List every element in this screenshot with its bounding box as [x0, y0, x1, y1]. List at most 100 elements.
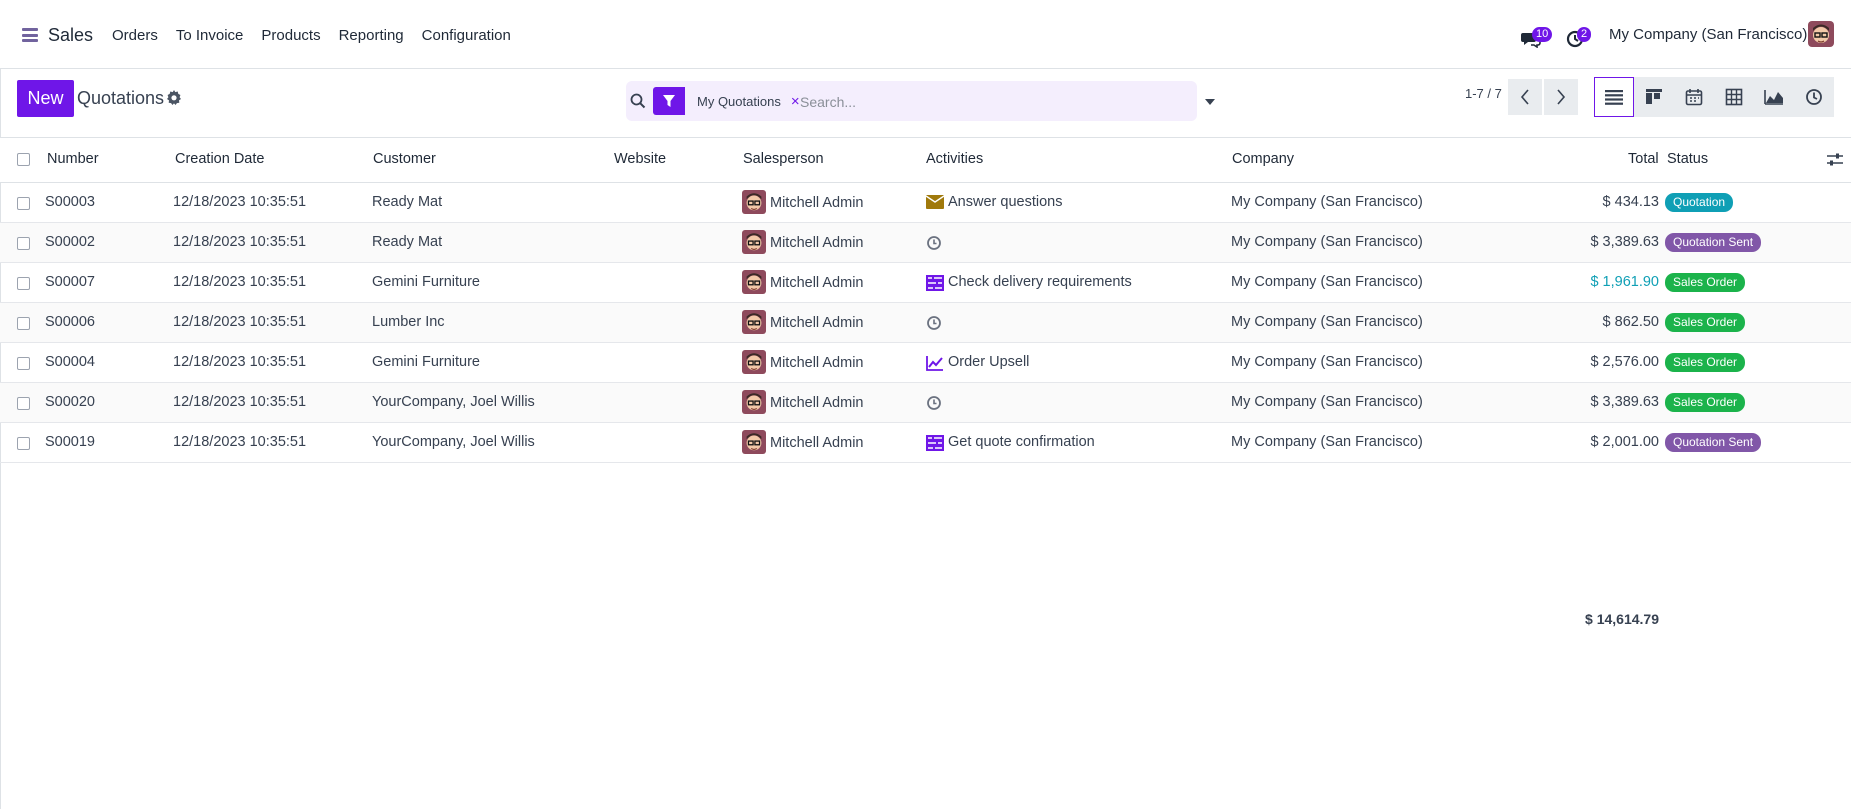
graph-view-icon[interactable] — [1754, 77, 1794, 117]
search-input[interactable] — [800, 91, 1190, 113]
clock-icon[interactable] — [926, 315, 944, 331]
facet-label: My Quotations — [697, 93, 781, 109]
company-switcher[interactable]: My Company (San Francisco) — [1609, 26, 1807, 43]
cell-total: $ 434.13 — [1602, 194, 1659, 210]
app-name[interactable]: Sales — [48, 25, 93, 46]
table-row[interactable]: S00004 12/18/2023 10:35:51 Gemini Furnitur… — [0, 343, 1851, 383]
row-checkbox[interactable] — [17, 197, 30, 210]
status-badge: Quotation Sent — [1665, 233, 1762, 252]
row-checkbox[interactable] — [17, 237, 30, 250]
clock-icon[interactable] — [926, 395, 944, 411]
table-row[interactable]: S00007 12/18/2023 10:35:51 Gemini Furnitur… — [0, 263, 1851, 303]
chart-line-icon[interactable] — [926, 355, 944, 371]
kanban-view-icon[interactable] — [1634, 77, 1674, 117]
status-badge: Quotation Sent — [1665, 433, 1762, 452]
cell-customer: Gemini Furniture — [372, 274, 480, 290]
select-all-checkbox[interactable] — [17, 153, 30, 166]
new-button[interactable]: New — [17, 80, 74, 117]
status-badge: Sales Order — [1665, 313, 1746, 332]
row-checkbox[interactable] — [17, 437, 30, 450]
table-row[interactable]: S00006 12/18/2023 10:35:51 Lumber Inc Mitch… — [0, 303, 1851, 343]
header-total[interactable]: Total — [1628, 151, 1659, 167]
row-checkbox[interactable] — [17, 277, 30, 290]
tasks-icon[interactable] — [926, 275, 944, 291]
header-status[interactable]: Status — [1667, 151, 1708, 167]
table-row[interactable]: S00002 12/18/2023 10:35:51 Ready Mat Mitche… — [0, 223, 1851, 263]
pager-previous-button[interactable] — [1508, 79, 1542, 115]
cell-salesperson: Mitchell Admin — [770, 435, 864, 451]
salesperson-avatar[interactable] — [742, 190, 766, 214]
cell-company: My Company (San Francisco) — [1231, 274, 1423, 290]
header-salesperson[interactable]: Salesperson — [743, 151, 824, 167]
header-creation-date[interactable]: Creation Date — [175, 151, 264, 167]
row-checkbox[interactable] — [17, 397, 30, 410]
cell-number: S00020 — [45, 394, 95, 410]
cell-number: S00007 — [45, 274, 95, 290]
cell-activity[interactable]: Answer questions — [948, 194, 1062, 210]
gear-icon[interactable] — [165, 89, 183, 107]
cell-total: $ 1,961.90 — [1590, 274, 1659, 290]
salesperson-avatar[interactable] — [742, 230, 766, 254]
clock-icon[interactable] — [926, 235, 944, 251]
table-body: S00003 12/18/2023 10:35:51 Ready Mat Mitche… — [0, 183, 1851, 463]
cell-number: S00006 — [45, 314, 95, 330]
pager-next-button[interactable] — [1544, 79, 1578, 115]
status-badge: Sales Order — [1665, 353, 1746, 372]
row-checkbox[interactable] — [17, 317, 30, 330]
quotations-list: Number Creation Date Customer Website Sa… — [0, 138, 1851, 627]
cell-salesperson: Mitchell Admin — [770, 235, 864, 251]
cell-activity[interactable]: Get quote confirmation — [948, 434, 1095, 450]
cell-activity[interactable]: Check delivery requirements — [948, 274, 1132, 290]
calendar-view-icon[interactable] — [1674, 77, 1714, 117]
salesperson-avatar[interactable] — [742, 350, 766, 374]
pivot-view-icon[interactable] — [1714, 77, 1754, 117]
table-row[interactable]: S00019 12/18/2023 10:35:51 YourCompany, Jo… — [0, 423, 1851, 463]
top-navbar: Sales Orders To Invoice Products Reporti… — [0, 0, 1851, 69]
user-avatar[interactable] — [1808, 21, 1834, 47]
salesperson-avatar[interactable] — [742, 430, 766, 454]
header-customer[interactable]: Customer — [373, 151, 436, 167]
filter-icon — [653, 87, 685, 115]
pager-value[interactable]: 1-7 / 7 — [1465, 86, 1502, 101]
optional-columns-icon[interactable] — [1826, 152, 1844, 168]
salesperson-avatar[interactable] — [742, 270, 766, 294]
cell-company: My Company (San Francisco) — [1231, 434, 1423, 450]
sum-total: $ 14,614.79 — [1585, 611, 1659, 627]
salesperson-avatar[interactable] — [742, 390, 766, 414]
menu-products[interactable]: Products — [261, 27, 320, 44]
cell-salesperson: Mitchell Admin — [770, 355, 864, 371]
activity-view-icon[interactable] — [1794, 77, 1834, 117]
table-row[interactable]: S00020 12/18/2023 10:35:51 YourCompany, Jo… — [0, 383, 1851, 423]
status-badge: Sales Order — [1665, 273, 1746, 292]
tasks-icon[interactable] — [926, 435, 944, 451]
list-view-icon[interactable] — [1594, 77, 1634, 117]
cell-total: $ 3,389.63 — [1590, 394, 1659, 410]
cell-salesperson: Mitchell Admin — [770, 275, 864, 291]
cell-company: My Company (San Francisco) — [1231, 314, 1423, 330]
menu-configuration[interactable]: Configuration — [422, 27, 511, 44]
cell-creation-date: 12/18/2023 10:35:51 — [173, 194, 307, 210]
table-header: Number Creation Date Customer Website Sa… — [0, 138, 1851, 183]
header-activities[interactable]: Activities — [926, 151, 983, 167]
search-options-caret-icon[interactable] — [1203, 95, 1217, 105]
cell-activity[interactable]: Order Upsell — [948, 354, 1029, 370]
salesperson-avatar[interactable] — [742, 310, 766, 334]
menu-orders[interactable]: Orders — [112, 27, 158, 44]
chevron-left-icon — [1520, 89, 1529, 105]
menu-reporting[interactable]: Reporting — [339, 27, 404, 44]
apps-menu-icon[interactable] — [22, 28, 38, 42]
search-icon — [630, 93, 646, 109]
header-website[interactable]: Website — [614, 151, 666, 167]
table-row[interactable]: S00003 12/18/2023 10:35:51 Ready Mat Mitche… — [0, 183, 1851, 223]
cell-creation-date: 12/18/2023 10:35:51 — [173, 394, 307, 410]
header-number[interactable]: Number — [47, 151, 99, 167]
row-checkbox[interactable] — [17, 357, 30, 370]
cell-company: My Company (San Francisco) — [1231, 394, 1423, 410]
menu-to-invoice[interactable]: To Invoice — [176, 27, 244, 44]
header-company[interactable]: Company — [1232, 151, 1294, 167]
cell-number: S00002 — [45, 234, 95, 250]
breadcrumb: Quotations — [77, 88, 165, 108]
facet-remove-icon[interactable]: × — [791, 93, 800, 110]
envelope-icon[interactable] — [925, 195, 945, 211]
cell-creation-date: 12/18/2023 10:35:51 — [173, 314, 307, 330]
